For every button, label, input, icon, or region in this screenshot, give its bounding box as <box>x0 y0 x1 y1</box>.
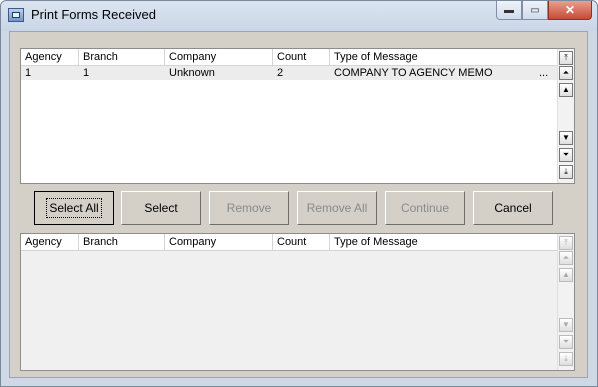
minimize-button[interactable]: ▬ <box>496 1 522 20</box>
continue-button[interactable]: Continue <box>385 191 465 225</box>
select-button[interactable]: Select <box>121 191 201 225</box>
table-row[interactable]: 1 1 Unknown 2 COMPANY TO AGENCY MEMO ... <box>21 66 558 80</box>
line-down-icon[interactable]: ▼ <box>559 131 573 145</box>
bottom-list-scrollbar[interactable]: ⤒ ⏶ ▲ ▼ ⏷ ⤓ <box>557 234 574 370</box>
dialog-client-area: Agency Branch Company Count Type of Mess… <box>9 31 588 378</box>
line-up-icon[interactable]: ▲ <box>559 268 573 282</box>
select-all-label: Select All <box>46 198 102 218</box>
column-header-count[interactable]: Count <box>273 49 330 65</box>
received-forms-list[interactable]: Agency Branch Company Count Type of Mess… <box>20 48 575 184</box>
cell-company: Unknown <box>169 67 215 79</box>
cell-count: 2 <box>277 67 284 79</box>
page-down-icon[interactable]: ⏷ <box>559 148 573 162</box>
minimize-icon: ▬ <box>504 4 514 16</box>
scroll-to-top-icon[interactable]: ⤒ <box>559 236 573 250</box>
app-icon <box>8 8 24 22</box>
column-header-branch[interactable]: Branch <box>79 234 165 250</box>
cell-ellipsis: ... <box>539 67 549 79</box>
scroll-to-bottom-icon[interactable]: ⤓ <box>559 352 573 366</box>
column-header-type[interactable]: Type of Message <box>330 234 558 250</box>
close-icon: ✕ <box>564 3 576 17</box>
maximize-button[interactable]: ▭ <box>522 1 548 20</box>
cancel-button[interactable]: Cancel <box>473 191 553 225</box>
close-button[interactable]: ✕ <box>548 1 592 20</box>
scroll-to-top-icon[interactable]: ⤒ <box>559 51 573 65</box>
column-header-company[interactable]: Company <box>165 234 273 250</box>
line-down-icon[interactable]: ▼ <box>559 318 573 332</box>
cell-branch: 1 <box>83 67 90 79</box>
page-up-icon[interactable]: ⏶ <box>559 66 573 80</box>
scroll-to-bottom-icon[interactable]: ⤓ <box>559 165 573 179</box>
column-header-type[interactable]: Type of Message <box>330 49 558 65</box>
column-header-count[interactable]: Count <box>273 234 330 250</box>
column-header-company[interactable]: Company <box>165 49 273 65</box>
title-bar[interactable]: Print Forms Received ▬ ▭ ✕ <box>1 1 597 31</box>
window-title: Print Forms Received <box>31 7 156 22</box>
list-header: Agency Branch Company Count Type of Mess… <box>21 49 558 66</box>
column-header-agency[interactable]: Agency <box>21 49 79 65</box>
empty-list-body <box>21 251 558 370</box>
list-header: Agency Branch Company Count Type of Mess… <box>21 234 558 251</box>
cell-agency: 1 <box>25 67 32 79</box>
page-down-icon[interactable]: ⏷ <box>559 335 573 349</box>
selected-forms-list[interactable]: Agency Branch Company Count Type of Mess… <box>20 233 575 371</box>
maximize-icon: ▭ <box>530 4 540 16</box>
caption-buttons: ▬ ▭ ✕ <box>496 1 592 21</box>
column-header-agency[interactable]: Agency <box>21 234 79 250</box>
remove-all-button[interactable]: Remove All <box>297 191 377 225</box>
page-up-icon[interactable]: ⏶ <box>559 251 573 265</box>
column-header-branch[interactable]: Branch <box>79 49 165 65</box>
top-list-scrollbar[interactable]: ⤒ ⏶ ▲ ▼ ⏷ ⤓ <box>557 49 574 183</box>
line-up-icon[interactable]: ▲ <box>559 83 573 97</box>
cell-type: COMPANY TO AGENCY MEMO <box>334 67 493 79</box>
print-forms-window: Print Forms Received ▬ ▭ ✕ Agency Branch… <box>0 0 598 387</box>
select-all-button[interactable]: Select All <box>34 191 114 225</box>
remove-button[interactable]: Remove <box>209 191 289 225</box>
